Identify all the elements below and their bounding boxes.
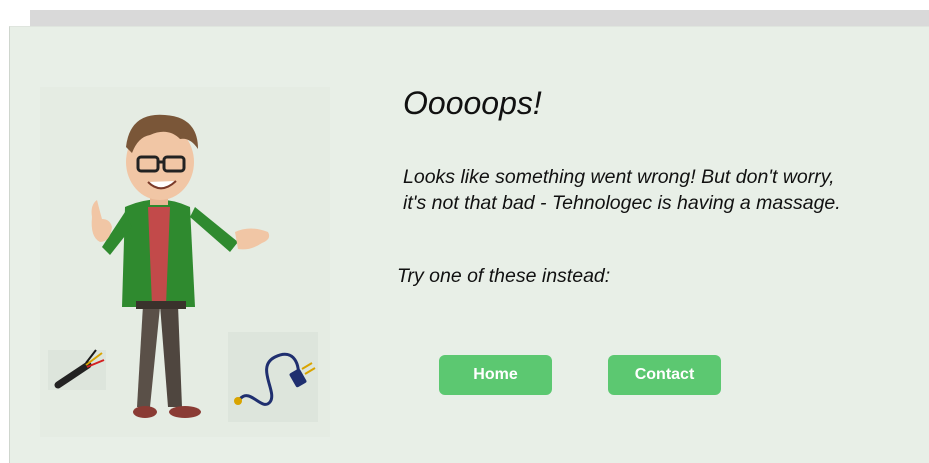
illustration <box>40 87 330 437</box>
suggestion-text: Try one of these instead: <box>397 265 611 287</box>
contact-button[interactable]: Contact <box>608 355 721 395</box>
error-message-line-2: it's not that bad - Tehnologec is having… <box>403 192 841 214</box>
error-panel: Ooooops! Looks like something went wrong… <box>9 26 929 463</box>
page-title: Ooooops! <box>403 85 542 121</box>
error-message-line-1: Looks like something went wrong! But don… <box>403 166 835 188</box>
home-button[interactable]: Home <box>439 355 552 395</box>
power-plug-cable-icon <box>228 332 318 422</box>
cut-cable-icon <box>48 349 106 390</box>
top-bar <box>30 10 929 26</box>
error-message: Looks like something went wrong! But don… <box>403 164 923 216</box>
